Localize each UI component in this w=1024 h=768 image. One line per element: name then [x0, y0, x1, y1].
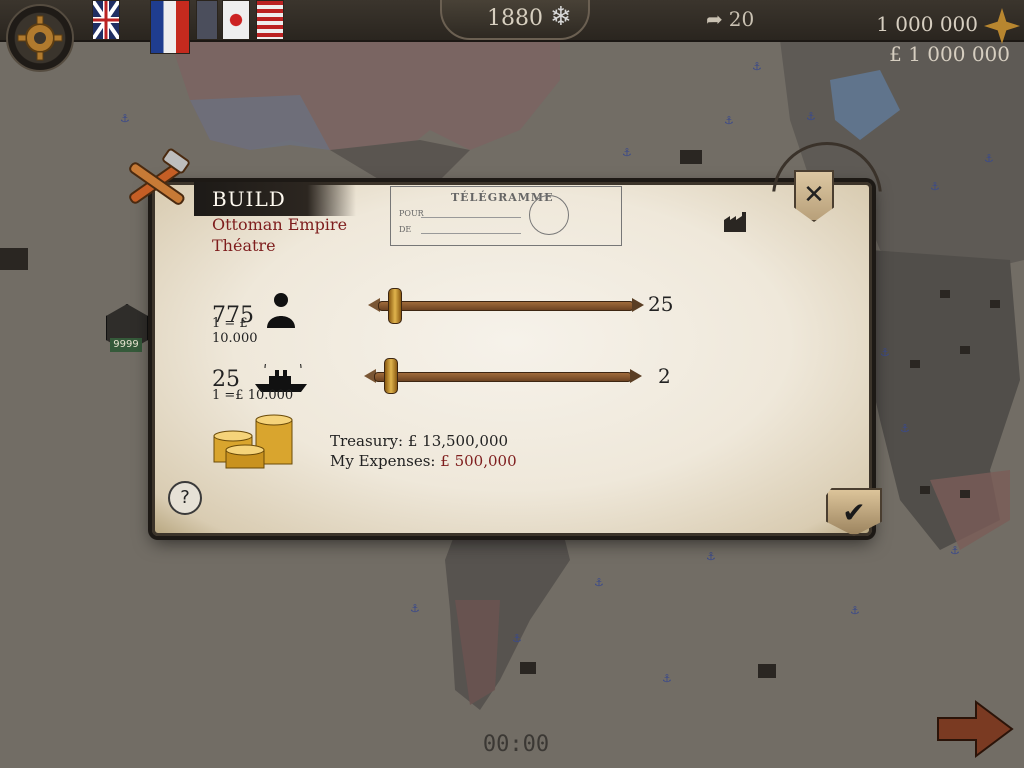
svg-text:⚓: ⚓: [930, 180, 940, 193]
expenses-value: £ 500,000: [440, 452, 517, 470]
help-button[interactable]: ?: [168, 481, 202, 515]
factory-icon: [724, 212, 746, 232]
svg-text:⚓: ⚓: [806, 110, 816, 123]
slider-right-arrow-icon: [632, 298, 644, 312]
svg-text:⚓: ⚓: [512, 632, 522, 645]
telegram-card: TÉLÉGRAMME POUR DE: [390, 186, 622, 246]
army-count: 9999: [110, 338, 142, 352]
navy-slider-max: 2: [658, 364, 671, 388]
svg-text:⚓: ⚓: [662, 672, 672, 685]
navy-row: 25 1 =£ 10.000: [212, 349, 308, 403]
telegram-line: [421, 217, 521, 218]
turn-arrow-icon: ➦: [706, 7, 723, 31]
postmark-stamp: [529, 195, 569, 235]
infantry-price: 1 = £ 10.000: [212, 316, 258, 346]
svg-text:⚓: ⚓: [120, 112, 130, 125]
navy-price: 1 =£ 10.000: [212, 388, 294, 403]
svg-text:⚓: ⚓: [752, 60, 762, 73]
svg-text:⚓: ⚓: [594, 576, 604, 589]
treasury-label: Treasury:: [330, 432, 404, 450]
infantry-slider[interactable]: [378, 301, 634, 311]
settings-gear-button[interactable]: [6, 4, 74, 72]
turns-counter: ➦ 20: [706, 4, 776, 34]
infantry-row: 775 1 = £ 10.000: [212, 292, 297, 346]
close-icon: ✕: [803, 180, 825, 210]
svg-text:⚓: ⚓: [880, 346, 890, 359]
dialog-title: BUILD: [212, 187, 286, 211]
next-turn-arrow-button[interactable]: [936, 700, 1014, 758]
nation-name: Ottoman Empire: [212, 215, 348, 234]
checkmark-icon: ✔: [842, 495, 866, 529]
telegram-line: [421, 233, 521, 234]
flag-japan[interactable]: [222, 0, 250, 40]
treasury-line: Treasury: £ 13,500,000: [330, 432, 508, 450]
svg-text:⚓: ⚓: [706, 550, 716, 563]
expenses-label: My Expenses:: [330, 452, 436, 470]
snowflake-icon-right: ❄: [550, 2, 572, 32]
union-jack-icon: [91, 0, 121, 41]
telegram-to-label: POUR: [399, 209, 424, 218]
flag-united-kingdom[interactable]: [91, 0, 121, 41]
gold-coins-icon: [213, 414, 293, 469]
svg-text:⚓: ⚓: [410, 602, 420, 615]
money-primary: 1 000 000: [876, 12, 978, 36]
treasury-value: £ 13,500,000: [407, 432, 509, 450]
navy-slider-knob[interactable]: [384, 358, 398, 394]
svg-text:⚓: ⚓: [622, 146, 632, 159]
theatre-name: Théatre: [212, 236, 276, 255]
telegram-from-label: DE: [399, 225, 412, 234]
svg-text:⚓: ⚓: [850, 604, 860, 617]
build-tools-icon: [129, 148, 190, 205]
infantry-slider-max: 25: [648, 292, 674, 316]
flag-nation-3[interactable]: [196, 0, 218, 40]
turns-remaining: 20: [728, 7, 755, 31]
svg-text:⚓: ⚓: [900, 422, 910, 435]
slider-right-arrow-icon: [630, 369, 642, 383]
turn-timer: 00:00: [482, 732, 550, 757]
expenses-line: My Expenses: £ 500,000: [330, 452, 517, 470]
flag-usa[interactable]: [256, 0, 284, 40]
svg-text:⚓: ⚓: [984, 152, 994, 165]
gear-icon: [17, 15, 63, 61]
svg-text:⚓: ⚓: [950, 544, 960, 557]
flag-france[interactable]: [150, 0, 190, 54]
svg-text:⚓: ⚓: [724, 114, 734, 127]
navy-slider[interactable]: [374, 372, 632, 382]
current-year: 1880: [487, 5, 543, 31]
money-secondary: £ 1 000 000: [889, 42, 1010, 66]
infantry-slider-knob[interactable]: [388, 288, 402, 324]
